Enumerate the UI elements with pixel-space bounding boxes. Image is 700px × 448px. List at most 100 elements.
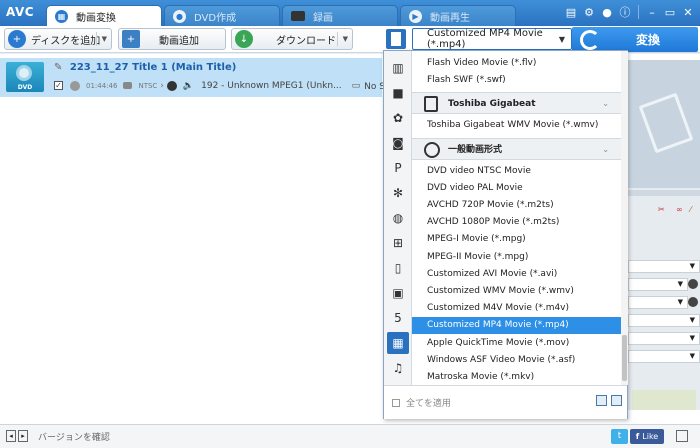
file-row[interactable]: DVD ✎ 223_11_27 Title 1 (Main Title) ✓ 0… <box>0 58 435 97</box>
edit-icon[interactable]: ✎ <box>54 62 62 73</box>
tab-play[interactable]: ▶ 動画再生 <box>400 5 516 26</box>
settings-select[interactable]: ▼ <box>628 296 688 309</box>
gear-icon[interactable]: ⚙ <box>581 4 597 20</box>
format-option[interactable]: DVD video NTSC Movie <box>412 163 621 180</box>
settings-select[interactable]: ▼ <box>628 314 700 327</box>
facebook-like-label: Like <box>642 432 659 441</box>
tab-record[interactable]: 録画 <box>282 5 398 26</box>
disc-icon: ● <box>173 9 186 23</box>
apply-all-checkbox[interactable]: 全てを適用 <box>392 396 451 409</box>
music-icon[interactable]: ♫ <box>387 357 409 379</box>
audio-track[interactable]: 192 - Unknown MPEG1 (Unkn... <box>201 81 342 91</box>
scrollbar[interactable] <box>621 51 628 385</box>
twitter-icon[interactable]: t <box>611 429 628 444</box>
format-group-header[interactable]: 一般動画形式 ⌄ <box>412 137 621 161</box>
html5-icon[interactable]: 5 <box>387 307 409 329</box>
phone-icon[interactable]: ▯ <box>387 257 409 279</box>
format-option[interactable]: Customized WMV Movie (*.wmv) <box>412 283 621 300</box>
apple-icon[interactable]: ■ <box>387 82 409 104</box>
minimize-icon[interactable]: – <box>644 4 660 20</box>
download-button[interactable]: ↓ ダウンロード ▼ <box>231 28 353 50</box>
export-icon[interactable] <box>611 395 622 406</box>
format-film-icon[interactable] <box>386 29 406 49</box>
video-format-icon[interactable]: ▦ <box>387 332 409 354</box>
toolbar: + ディスクを追加 ▼ + 動画追加 ↓ ダウンロード ▼ Customized… <box>0 26 700 53</box>
format-option[interactable]: AVCHD 1080P Movie (*.m2ts) <box>412 214 621 231</box>
format-option[interactable]: AVCHD 720P Movie (*.m2ts) <box>412 197 621 214</box>
gear-icon[interactable] <box>688 279 698 289</box>
tv-icon[interactable]: ▣ <box>387 282 409 304</box>
playstation-icon[interactable]: P <box>387 157 409 179</box>
cart-icon[interactable]: ▤ <box>563 4 579 20</box>
ipod-icon[interactable]: ▥ <box>387 57 409 79</box>
video-icon <box>291 11 305 21</box>
chevron-down-icon: ▼ <box>558 34 565 44</box>
format-group-header[interactable]: Toshiba Gigabeat ⌄ <box>412 92 621 115</box>
format-option[interactable]: Apple QuickTime Movie (*.mov) <box>412 335 621 352</box>
add-disc-button[interactable]: + ディスクを追加 ▼ <box>4 28 112 50</box>
output-format-select[interactable]: Customized MP4 Movie (*.mp4) ▼ <box>412 28 572 50</box>
gear-icon[interactable] <box>688 297 698 307</box>
tab-video-convert[interactable]: ▦ 動画変換 <box>46 5 162 26</box>
glasses-icon[interactable]: ∞ <box>676 205 683 214</box>
disc-add-icon: + <box>8 30 26 48</box>
format-option[interactable]: MPEG-I Movie (*.mpg) <box>412 231 621 248</box>
format-option[interactable]: Customized AVI Movie (*.avi) <box>412 266 621 283</box>
format-option[interactable]: Flash Video Movie (*.flv) <box>412 55 621 72</box>
speaker-icon: 🔈 <box>182 80 195 91</box>
file-checkbox[interactable]: ✓ <box>54 81 63 90</box>
xbox-icon[interactable]: ◍ <box>387 207 409 229</box>
version-check-link[interactable]: バージョンを確認 <box>38 430 110 443</box>
info-icon[interactable]: ⓘ <box>617 4 633 20</box>
format-value: Customized MP4 Movie (*.mp4) <box>427 28 543 50</box>
add-video-button[interactable]: + 動画追加 <box>118 28 226 50</box>
close-icon[interactable]: ✕ <box>680 4 696 20</box>
film-add-icon: + <box>122 30 140 48</box>
wand-icon[interactable]: ⁄ <box>690 205 691 214</box>
format-option[interactable]: Customized MP4 Movie (*.mp4) <box>412 317 621 335</box>
prev-icon[interactable]: ◂ <box>6 430 16 442</box>
tab-label: DVD作成 <box>194 12 237 24</box>
preview-area <box>628 60 700 188</box>
settings-select[interactable]: ▼ <box>628 332 700 345</box>
checkbox[interactable] <box>392 398 400 407</box>
log-icon[interactable] <box>676 430 688 442</box>
cut-icon[interactable]: ✂ <box>658 205 665 214</box>
format-option[interactable]: Customized M4V Movie (*.m4v) <box>412 300 621 317</box>
android-icon[interactable]: ◙ <box>387 132 409 154</box>
chevron-down-icon[interactable]: ⌄ <box>602 139 609 161</box>
format-option[interactable]: DVD video PAL Movie <box>412 180 621 197</box>
settings-select[interactable]: ▼ <box>628 260 700 273</box>
convert-button[interactable]: 変換 <box>572 27 698 52</box>
download-globe-icon: ↓ <box>235 30 253 48</box>
chevron-down-icon[interactable]: ▼ <box>343 35 348 43</box>
format-option[interactable]: Windows ASF Video Movie (*.asf) <box>412 352 621 369</box>
dvd-disc-icon <box>16 65 32 81</box>
facebook-like-button[interactable]: f Like <box>630 429 664 444</box>
format-option[interactable]: Matroska Movie (*.mkv) <box>412 369 621 385</box>
user-icon[interactable]: ● <box>599 4 615 20</box>
huawei-icon[interactable]: ✻ <box>387 182 409 204</box>
file-title[interactable]: ✎ 223_11_27 Title 1 (Main Title) <box>54 62 236 73</box>
chevron-down-icon[interactable]: ▼ <box>102 35 107 43</box>
restore-icon[interactable]: ▭ <box>662 4 678 20</box>
windows-icon[interactable]: ⊞ <box>387 232 409 254</box>
tab-dvd-create[interactable]: ● DVD作成 <box>164 5 280 26</box>
film-icon: ▦ <box>55 9 68 23</box>
format-group-label: 一般動画形式 <box>448 144 503 155</box>
settings-select[interactable]: ▼ <box>628 278 688 291</box>
app-logo: AVC <box>6 5 35 19</box>
divider <box>96 32 97 46</box>
copy-icon[interactable] <box>596 395 607 406</box>
format-option[interactable]: Flash SWF (*.swf) <box>412 72 621 89</box>
next-icon[interactable]: ▸ <box>18 430 28 442</box>
category-column: ▥ ■ ✿ ◙ P ✻ ◍ ⊞ ▯ ▣ 5 ▦ ♫ <box>384 51 412 385</box>
format-option[interactable]: Toshiba Gigabeat WMV Movie (*.wmv) <box>412 117 621 134</box>
chevron-down-icon[interactable]: ⌄ <box>602 93 609 115</box>
android-robot-icon[interactable]: ✿ <box>387 107 409 129</box>
refresh-icon <box>580 29 600 50</box>
settings-select[interactable]: ▼ <box>628 350 700 363</box>
file-title-text: 223_11_27 Title 1 (Main Title) <box>69 62 237 73</box>
format-option[interactable]: MPEG-II Movie (*.mpg) <box>412 249 621 266</box>
scrollbar-thumb[interactable] <box>622 335 627 381</box>
